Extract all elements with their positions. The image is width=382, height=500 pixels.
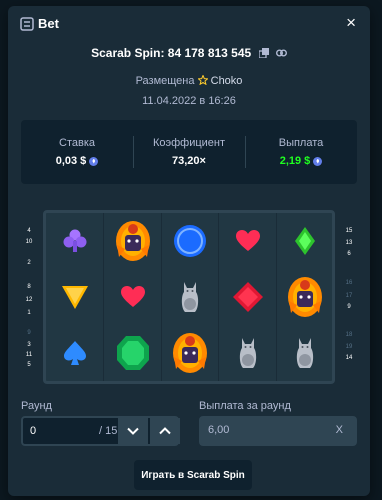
- payline-number-left: 12: [25, 297, 33, 303]
- payout-label: Выплата: [278, 137, 324, 149]
- payline-number-right: 14: [345, 355, 353, 361]
- multiplier-stat: Коэффициент 73,20×: [133, 120, 245, 184]
- round-next-button[interactable]: [150, 418, 180, 444]
- paylines-right: 15 13 6 16 17 9 18 19 14: [341, 202, 357, 392]
- paylines-left: 4 10 2 8 12 1 9 3 11 5: [21, 202, 37, 392]
- reel-symbol-cat: [219, 325, 277, 381]
- payout-value-row: 2,19 $: [280, 155, 323, 167]
- copy-icon[interactable]: [257, 47, 269, 61]
- wager-stat: Ставка 0,03 $: [21, 120, 133, 184]
- payline-number-left: 9: [27, 330, 31, 336]
- payout-per-round-value: 6,00: [208, 424, 230, 436]
- placed-prefix: Размещена: [135, 75, 195, 87]
- payout-stat: Выплата 2,19 $: [245, 120, 357, 184]
- payline-number-right: 15: [345, 228, 353, 234]
- payline-number-right: 6: [347, 251, 351, 257]
- payout-per-round-field: 6,00 X: [199, 416, 357, 446]
- reel-symbol-spade: [46, 325, 104, 381]
- scarab-symbol-icon: [285, 275, 325, 319]
- reel-column: [104, 213, 162, 381]
- spade-symbol-icon: [62, 339, 88, 367]
- reel-column: [46, 213, 104, 381]
- round-label: Раунд: [21, 400, 52, 412]
- scarab-symbol-icon: [113, 219, 153, 263]
- bet-list-icon: [20, 17, 34, 31]
- bet-details-modal: Bet × Scarab Spin: 84 178 813 545 Размещ…: [8, 6, 370, 496]
- bet-date: 11.04.2022 в 16:26: [142, 95, 236, 107]
- reel-symbol-heart: [219, 213, 277, 269]
- chevron-up-icon: [159, 427, 171, 435]
- cat-symbol-icon: [179, 280, 201, 314]
- eth-coin-icon: [313, 156, 323, 166]
- reel-symbol-scarab: [276, 269, 332, 325]
- round-field: 0 / 15: [21, 416, 180, 446]
- reel-symbol-cat: [161, 269, 219, 325]
- slot-reels: [43, 210, 335, 384]
- heart-symbol-icon: [235, 229, 261, 253]
- wager-value: 0,03 $: [55, 155, 87, 167]
- payline-number-left: 3: [27, 342, 31, 348]
- reel-symbol-red-diamond: [219, 269, 277, 325]
- payline-number-left: 5: [27, 362, 31, 368]
- star-icon: [196, 74, 211, 87]
- link-icon[interactable]: [275, 47, 287, 61]
- reel-symbol-club: [46, 213, 104, 269]
- round-total: / 15: [99, 425, 118, 437]
- multiplier-label: Коэффициент: [152, 137, 226, 149]
- reel-symbol-scarab: [161, 325, 219, 381]
- wager-label: Ставка: [59, 137, 95, 149]
- payout-per-round-label: Выплата за раунд: [199, 400, 291, 412]
- payline-number-left: 11: [25, 352, 33, 358]
- reel-symbol-heart: [104, 269, 162, 325]
- triangle-symbol-icon: [60, 283, 90, 311]
- payline-number-left: 1: [27, 310, 31, 316]
- red-diamond-symbol-icon: [232, 281, 264, 313]
- payline-number-right: 16: [345, 280, 353, 286]
- emerald-symbol-icon: [116, 334, 150, 372]
- eth-coin-icon: [89, 156, 99, 166]
- wager-value-row: 0,03 $: [56, 155, 99, 167]
- bet-stats-panel: Ставка 0,03 $ Коэффициент 73,20× Выплата…: [21, 120, 357, 184]
- cat-symbol-icon: [237, 336, 259, 370]
- payline-number-left: 4: [27, 228, 31, 234]
- reel-symbol-triangle: [46, 269, 104, 325]
- modal-title: Bet: [38, 16, 59, 31]
- payout-value: 2,19 $: [279, 155, 311, 167]
- green-diamond-symbol-icon: [294, 226, 316, 256]
- multiplier-value: 73,20×: [172, 155, 206, 167]
- payline-number-right: 18: [345, 332, 353, 338]
- bet-title: Scarab Spin: 84 178 813 545: [91, 46, 252, 60]
- modal-header: Bet ×: [8, 6, 370, 42]
- payline-number-right: 13: [345, 240, 353, 246]
- bet-id-row: Scarab Spin: 84 178 813 545: [8, 46, 370, 61]
- payline-number-left: 10: [25, 239, 33, 245]
- payline-number-right: 19: [345, 344, 353, 350]
- round-input[interactable]: 0: [30, 425, 36, 437]
- close-button[interactable]: ×: [346, 14, 356, 32]
- play-scarab-spin-button[interactable]: Играть в Scarab Spin: [134, 460, 252, 490]
- reel-symbol-scarab: [104, 213, 162, 269]
- payline-number-left: 2: [27, 260, 31, 266]
- cat-symbol-icon: [294, 336, 316, 370]
- heart-symbol-icon: [120, 285, 146, 309]
- reel-symbol-blue-circle: [161, 213, 219, 269]
- payout-clear: X: [335, 424, 343, 436]
- payline-number-right: 9: [347, 304, 351, 310]
- placed-by-row: Размещена Choko: [8, 74, 370, 87]
- slot-game-area: 4 10 2 8 12 1 9 3 11 5 15 13 6 16 17 9 18 19 14: [21, 202, 357, 392]
- reel-symbol-cat: [276, 325, 332, 381]
- round-prev-button[interactable]: [118, 418, 148, 444]
- reel-column: [161, 213, 220, 381]
- reel-column: [276, 213, 332, 381]
- reel-symbol-emerald: [104, 325, 162, 381]
- chevron-down-icon: [127, 427, 139, 435]
- scarab-symbol-icon: [170, 331, 210, 375]
- username-link[interactable]: Choko: [211, 75, 243, 87]
- reel-column: [219, 213, 277, 381]
- blue-circle-symbol-icon: [172, 223, 208, 259]
- payline-number-right: 17: [345, 293, 353, 299]
- club-symbol-icon: [61, 227, 89, 255]
- reel-symbol-green-diamond: [276, 213, 332, 269]
- payline-number-left: 8: [27, 284, 31, 290]
